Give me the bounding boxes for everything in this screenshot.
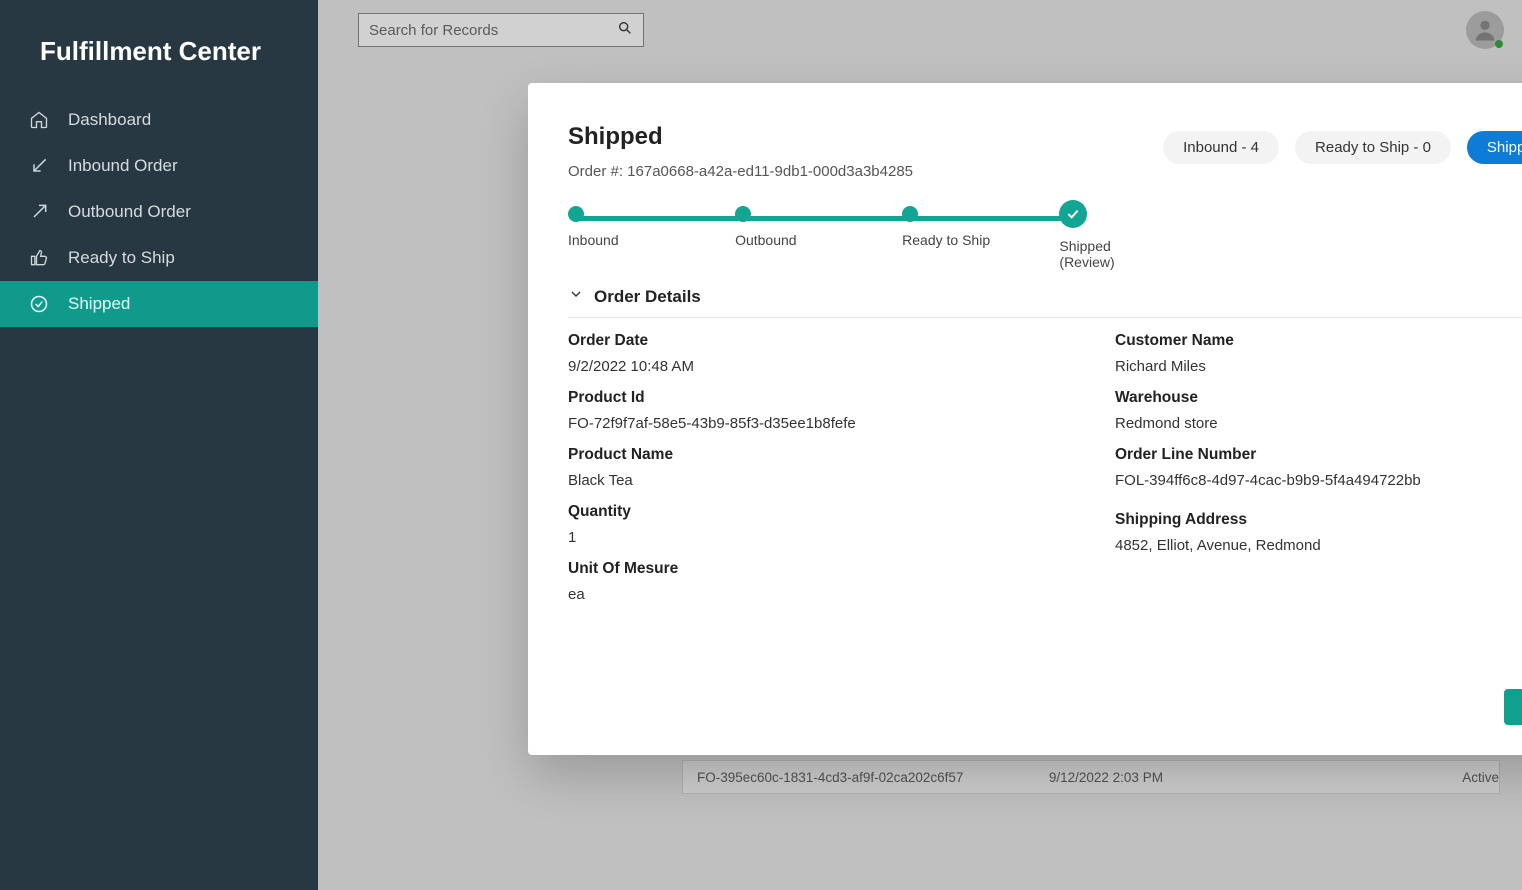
quantity-label: Quantity — [568, 503, 1055, 521]
step-label: Inbound — [568, 232, 619, 248]
shipping-label: Shipping Address — [1115, 511, 1522, 529]
thumbs-up-icon — [28, 247, 50, 269]
quantity-value: 1 — [568, 529, 1055, 546]
product-id-value: FO-72f9f7af-58e5-43b9-85f3-d35ee1b8fefe — [568, 415, 1055, 432]
status-pills: Inbound - 4 Ready to Ship - 0 Shipped - … — [1163, 131, 1522, 164]
order-details: Order Date 9/2/2022 10:48 AM Product Id … — [568, 332, 1522, 617]
sidebar-item-inbound[interactable]: Inbound Order — [0, 143, 318, 189]
step-label: Ready to Ship — [902, 232, 990, 248]
order-number: Order #: 167a0668-a42a-ed11-9db1-000d3a3… — [568, 163, 1522, 180]
step-dot-icon — [902, 206, 918, 222]
step-shipped: Shipped (Review) — [1059, 206, 1168, 270]
main-content: FO-395ec60c-1831-4cd3-af9f-02ca202c6f57 … — [318, 0, 1522, 890]
step-outbound: Outbound — [735, 206, 902, 270]
chevron-down-icon — [568, 286, 584, 307]
step-ready: Ready to Ship — [902, 206, 1059, 270]
warehouse-value: Redmond store — [1115, 415, 1522, 432]
unit-label: Unit Of Mesure — [568, 560, 1055, 578]
sidebar-item-label: Outbound Order — [68, 202, 191, 222]
line-number-label: Order Line Number — [1115, 446, 1522, 464]
warehouse-label: Warehouse — [1115, 389, 1522, 407]
step-check-icon — [1059, 200, 1087, 228]
section-title: Order Details — [594, 287, 701, 307]
sidebar: Fulfillment Center Dashboard Inbound Ord… — [0, 0, 318, 890]
shipping-value: 4852, Elliot, Avenue, Redmond — [1115, 537, 1522, 554]
check-circle-icon — [28, 293, 50, 315]
arrow-in-icon — [28, 155, 50, 177]
line-number-value: FOL-394ff6c8-4d97-4cac-b9b9-5f4a494722bb — [1115, 472, 1522, 489]
step-label: Outbound — [735, 232, 797, 248]
customer-value: Richard Miles — [1115, 358, 1522, 375]
product-id-label: Product Id — [568, 389, 1055, 407]
step-inbound: Inbound — [568, 206, 735, 270]
finish-button[interactable]: Finish — [1504, 689, 1522, 725]
order-details-toggle[interactable]: Order Details — [568, 286, 1522, 318]
details-right: Customer Name Richard Miles Warehouse Re… — [1115, 332, 1522, 617]
home-icon — [28, 109, 50, 131]
customer-label: Customer Name — [1115, 332, 1522, 350]
arrow-out-icon — [28, 201, 50, 223]
details-left: Order Date 9/2/2022 10:48 AM Product Id … — [568, 332, 1055, 617]
progress-stepper: Inbound Outbound Ready to Ship — [568, 206, 1168, 270]
sidebar-item-label: Dashboard — [68, 110, 151, 130]
pill-shipped[interactable]: Shipped - 12 — [1467, 131, 1522, 164]
unit-value: ea — [568, 586, 1055, 603]
sidebar-item-label: Inbound Order — [68, 156, 178, 176]
step-dot-icon — [735, 206, 751, 222]
sidebar-item-outbound[interactable]: Outbound Order — [0, 189, 318, 235]
order-date-label: Order Date — [568, 332, 1055, 350]
order-date-value: 9/2/2022 10:48 AM — [568, 358, 1055, 375]
product-name-value: Black Tea — [568, 472, 1055, 489]
pill-inbound[interactable]: Inbound - 4 — [1163, 131, 1279, 164]
pill-ready[interactable]: Ready to Ship - 0 — [1295, 131, 1451, 164]
sidebar-item-label: Shipped — [68, 294, 130, 314]
product-name-label: Product Name — [568, 446, 1055, 464]
sidebar-item-shipped[interactable]: Shipped — [0, 281, 318, 327]
app-title: Fulfillment Center — [0, 0, 318, 97]
order-modal: Shipped Order #: 167a0668-a42a-ed11-9db1… — [528, 83, 1522, 755]
step-dot-icon — [568, 206, 584, 222]
step-label: Shipped (Review) — [1059, 238, 1168, 270]
sidebar-item-ready[interactable]: Ready to Ship — [0, 235, 318, 281]
sidebar-item-label: Ready to Ship — [68, 248, 175, 268]
sidebar-item-dashboard[interactable]: Dashboard — [0, 97, 318, 143]
